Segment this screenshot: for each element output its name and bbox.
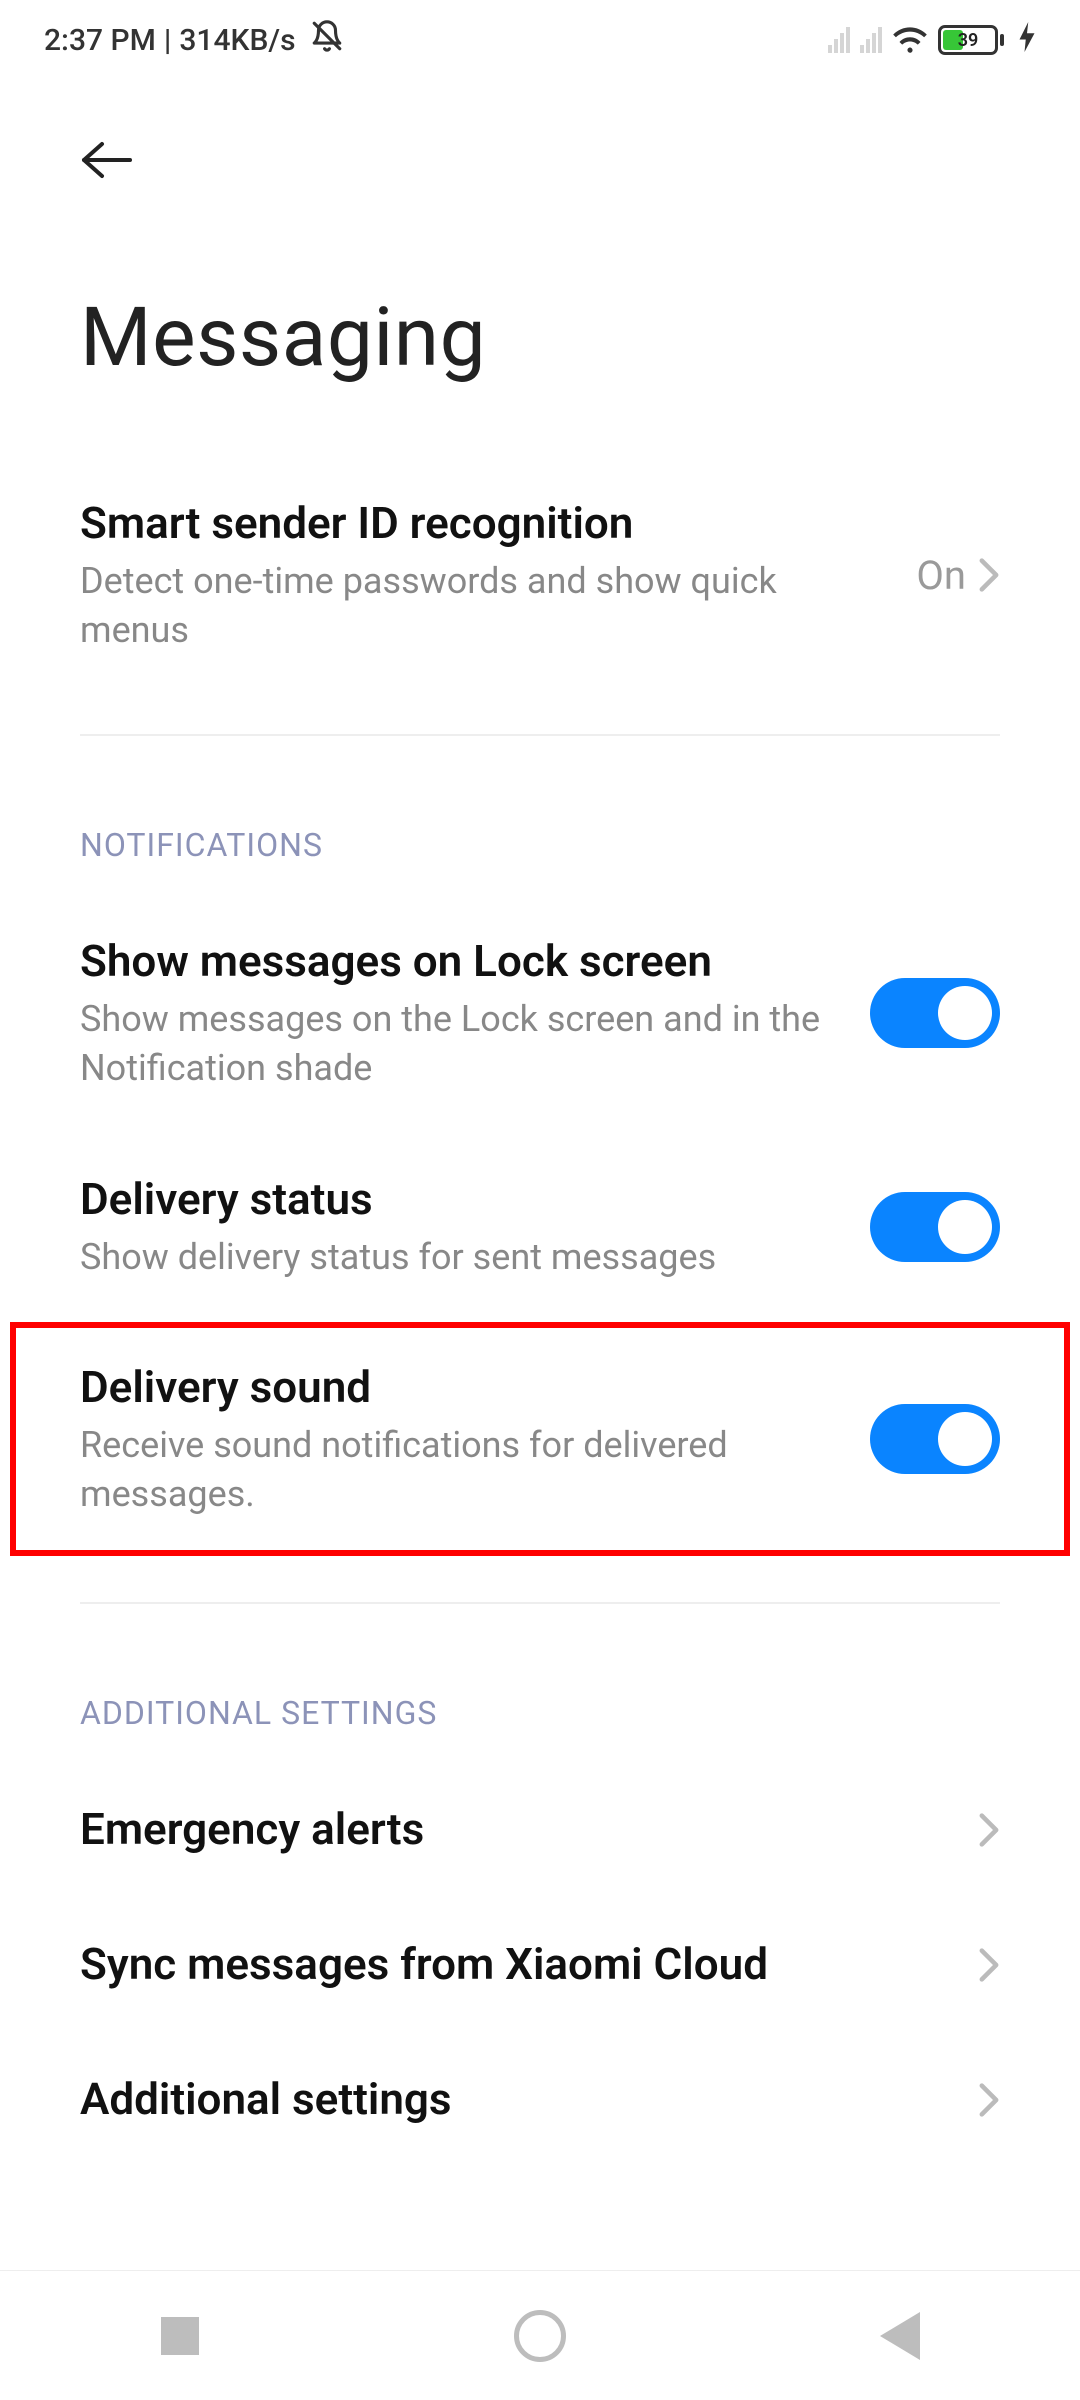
nav-back-button[interactable] — [870, 2306, 930, 2366]
emergency-alerts-title: Emergency alerts — [80, 1802, 948, 1857]
section-divider — [80, 734, 1000, 736]
emergency-alerts-row[interactable]: Emergency alerts — [80, 1762, 1000, 1897]
header-row — [80, 80, 1000, 180]
section-divider — [80, 1602, 1000, 1604]
delivery-status-sub: Show delivery status for sent messages — [80, 1233, 840, 1282]
triangle-left-icon — [880, 2312, 920, 2360]
lock-screen-title: Show messages on Lock screen — [80, 934, 840, 989]
delivery-sound-title: Delivery sound — [80, 1360, 840, 1415]
status-bar: 2:37 PM | 314KB/s — [0, 0, 1080, 80]
delivery-sound-toggle[interactable] — [870, 1404, 1000, 1474]
battery-icon: 39 — [938, 25, 1004, 55]
lock-screen-row[interactable]: Show messages on Lock screen Show messag… — [80, 894, 1000, 1132]
section-header-notifications: NOTIFICATIONS — [80, 826, 1000, 864]
battery-percent: 39 — [941, 30, 995, 51]
page-title: Messaging — [80, 290, 1000, 386]
additional-settings-title: Additional settings — [80, 2072, 948, 2127]
sync-messages-title: Sync messages from Xiaomi Cloud — [80, 1937, 948, 1992]
status-time: 2:37 PM — [44, 23, 156, 58]
nav-home-button[interactable] — [510, 2306, 570, 2366]
section-header-additional: ADDITIONAL SETTINGS — [80, 1694, 1000, 1732]
delivery-status-row[interactable]: Delivery status Show delivery status for… — [80, 1132, 1000, 1322]
lock-screen-sub: Show messages on the Lock screen and in … — [80, 995, 840, 1092]
smart-sender-row[interactable]: Smart sender ID recognition Detect one-t… — [80, 456, 1000, 694]
android-nav-bar — [0, 2270, 1080, 2400]
status-net-speed: 314KB/s — [179, 23, 295, 58]
delivery-sound-row[interactable]: Delivery sound Receive sound notificatio… — [80, 1360, 1000, 1518]
status-right: 39 — [828, 22, 1036, 59]
chevron-right-icon — [978, 557, 1000, 593]
status-left: 2:37 PM | 314KB/s — [44, 19, 344, 61]
delivery-sound-highlight: Delivery sound Receive sound notificatio… — [10, 1322, 1070, 1556]
smart-sender-title: Smart sender ID recognition — [80, 496, 886, 551]
additional-settings-row[interactable]: Additional settings — [80, 2032, 1000, 2167]
delivery-status-toggle[interactable] — [870, 1192, 1000, 1262]
nav-recents-button[interactable] — [150, 2306, 210, 2366]
status-sep: | — [164, 23, 171, 58]
bell-slash-icon — [310, 19, 344, 61]
chevron-right-icon — [978, 1947, 1000, 1983]
smart-sender-value: On — [916, 552, 966, 599]
sync-messages-row[interactable]: Sync messages from Xiaomi Cloud — [80, 1897, 1000, 2032]
signal-2-icon — [860, 27, 882, 53]
chevron-right-icon — [978, 1812, 1000, 1848]
circle-icon — [514, 2310, 566, 2362]
smart-sender-sub: Detect one-time passwords and show quick… — [80, 557, 886, 654]
square-icon — [161, 2317, 199, 2355]
chevron-right-icon — [978, 2082, 1000, 2118]
wifi-icon — [892, 25, 928, 55]
back-arrow-icon[interactable] — [80, 140, 1000, 180]
signal-1-icon — [828, 27, 850, 53]
charging-bolt-icon — [1018, 22, 1036, 59]
delivery-status-title: Delivery status — [80, 1172, 840, 1227]
lock-screen-toggle[interactable] — [870, 978, 1000, 1048]
delivery-sound-sub: Receive sound notifications for delivere… — [80, 1421, 840, 1518]
